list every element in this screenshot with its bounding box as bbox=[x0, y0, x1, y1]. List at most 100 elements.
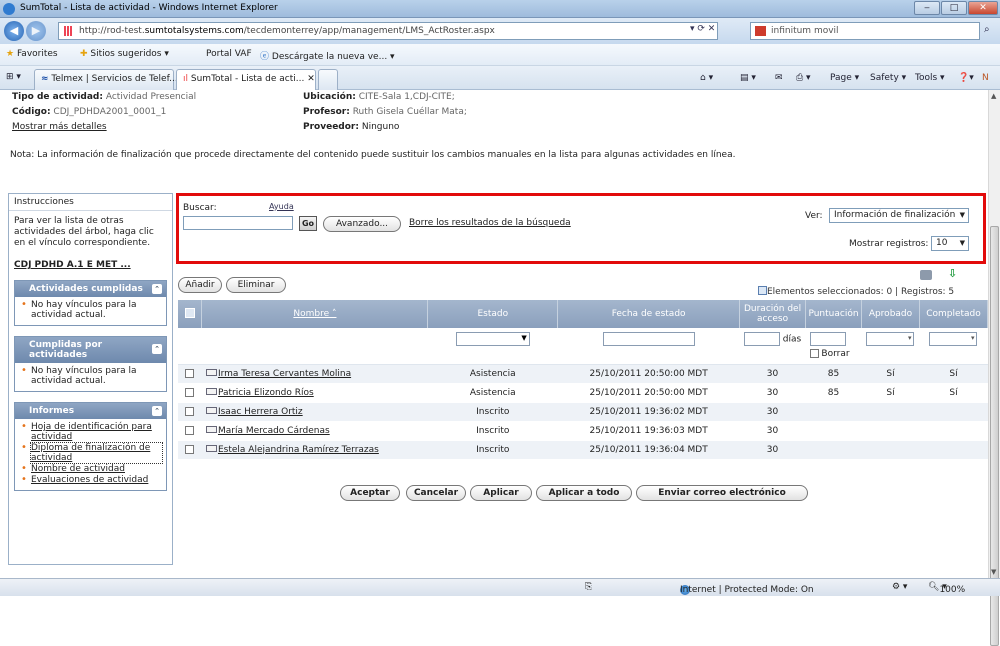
learner-name[interactable]: Irma Teresa Cervantes Molina bbox=[201, 364, 428, 384]
completed-activities-header[interactable]: Actividades cumplidas ⌃ bbox=[15, 281, 166, 297]
address-bar: ◀ ▶ http://rod-test.sumtotalsystems.com/… bbox=[0, 18, 1000, 44]
completed-cell bbox=[919, 402, 988, 422]
mail-icon[interactable]: ✉ bbox=[775, 73, 783, 83]
clear-checkbox[interactable] bbox=[809, 349, 819, 358]
print-icon[interactable]: ⎙ ▾ bbox=[796, 73, 811, 83]
suggested-sites-link[interactable]: ✚ Sitios sugeridos ▾ bbox=[80, 49, 169, 59]
tab-sumtotal[interactable]: ıl SumTotal - Lista de acti... ✕ bbox=[176, 69, 316, 90]
download-link[interactable]: ⓔ Descárgate la nueva ve... ▾ bbox=[260, 49, 395, 62]
report-link-diploma[interactable]: Diploma de finalización de actividad bbox=[21, 442, 163, 464]
scroll-up-icon[interactable]: ▲ bbox=[991, 92, 996, 100]
row-checkbox[interactable] bbox=[178, 421, 202, 441]
score-cell bbox=[805, 421, 862, 441]
home-icon[interactable]: ⌂ ▾ bbox=[700, 73, 713, 83]
send-email-button[interactable]: Enviar correo electrónico bbox=[636, 485, 808, 501]
checkbox[interactable] bbox=[185, 387, 195, 397]
report-link-evaluations[interactable]: Evaluaciones de actividad bbox=[21, 475, 162, 485]
completed-filter-select[interactable]: ▾ bbox=[929, 332, 978, 346]
favorites-button[interactable]: ★ Favorites bbox=[6, 49, 58, 59]
view-select[interactable]: Información de finalización ▼ bbox=[829, 208, 969, 223]
duration-filter-input[interactable] bbox=[743, 332, 780, 346]
apply-button[interactable]: Aplicar bbox=[470, 485, 532, 501]
row-checkbox[interactable] bbox=[178, 364, 202, 384]
cancel-button[interactable]: Cancelar bbox=[406, 485, 466, 501]
checkbox[interactable] bbox=[185, 444, 195, 454]
accept-button[interactable]: Aceptar bbox=[340, 485, 400, 501]
tab-close-icon[interactable]: ✕ bbox=[307, 74, 315, 84]
tools-menu[interactable]: Tools ▾ bbox=[915, 73, 945, 83]
add-button[interactable]: Añadir bbox=[178, 277, 222, 293]
page-menu[interactable]: Page ▾ bbox=[830, 73, 859, 83]
name-column-header[interactable]: Nombre ˄ bbox=[201, 300, 429, 328]
minimize-button[interactable]: ‒ bbox=[914, 1, 940, 15]
checkbox[interactable] bbox=[185, 425, 195, 435]
search-input[interactable] bbox=[183, 216, 293, 230]
apply-all-button[interactable]: Aplicar a todo bbox=[536, 485, 632, 501]
checkbox[interactable] bbox=[185, 406, 195, 416]
back-button[interactable]: ◀ bbox=[4, 21, 24, 41]
report-link-activity-name[interactable]: Nombre de actividad bbox=[21, 464, 162, 474]
show-records-select[interactable]: 10 ▼ bbox=[931, 236, 969, 251]
advanced-button[interactable]: Avanzado... bbox=[323, 216, 401, 232]
tab-telmex[interactable]: ≈ Telmex | Servicios de Telef... bbox=[34, 69, 178, 90]
new-tab-button[interactable] bbox=[318, 69, 338, 90]
envelope-icon[interactable] bbox=[205, 425, 217, 433]
maximize-button[interactable]: □ bbox=[941, 1, 967, 15]
clear-results-link[interactable]: Borre los resultados de la búsqueda bbox=[409, 218, 571, 228]
learner-name[interactable]: Isaac Herrera Ortiz bbox=[201, 402, 428, 422]
checkbox[interactable] bbox=[185, 368, 195, 378]
envelope-icon[interactable] bbox=[205, 387, 217, 395]
status-filter-select[interactable]: ▼ bbox=[455, 332, 530, 346]
learner-name[interactable]: Patricia Elizondo Ríos bbox=[201, 383, 428, 403]
export-icon[interactable]: ⇩ bbox=[948, 268, 960, 280]
row-checkbox[interactable] bbox=[178, 402, 202, 422]
learner-name-link[interactable]: Patricia Elizondo Ríos bbox=[218, 388, 314, 398]
zoom-level[interactable]: 🔍︎ 100% ▾ bbox=[928, 582, 965, 595]
learner-name-link[interactable]: Irma Teresa Cervantes Molina bbox=[218, 369, 351, 379]
search-icon[interactable]: ⌕ bbox=[984, 24, 990, 35]
portal-vaf-link[interactable]: Portal VAF bbox=[206, 49, 252, 59]
envelope-icon[interactable] bbox=[205, 444, 217, 452]
score-filter-input[interactable] bbox=[809, 332, 846, 346]
delete-button[interactable]: Eliminar bbox=[226, 277, 286, 293]
select-all-checkbox[interactable] bbox=[178, 300, 203, 328]
envelope-icon[interactable] bbox=[205, 406, 217, 414]
tree-link[interactable]: CDJ PDHD A.1 E MET ... bbox=[9, 260, 172, 270]
url-field[interactable]: http://rod-test.sumtotalsystems.com/tecd… bbox=[58, 22, 718, 40]
report-link-id-sheet[interactable]: Hoja de identificación para actividad bbox=[21, 422, 162, 442]
help-link[interactable]: Ayuda bbox=[269, 202, 294, 211]
print-icon[interactable] bbox=[920, 270, 932, 280]
refresh-stop-icons[interactable]: ▾ ⟳ ✕ bbox=[690, 24, 715, 34]
row-checkbox[interactable] bbox=[178, 383, 202, 403]
scroll-down-icon[interactable]: ▼ bbox=[991, 568, 996, 576]
learner-name-link[interactable]: Estela Alejandrina Ramírez Terrazas bbox=[218, 445, 379, 455]
settings-icon[interactable]: ⚙ ▾ bbox=[892, 582, 907, 592]
learner-name-link[interactable]: María Mercado Cárdenas bbox=[218, 426, 330, 436]
collapse-icon[interactable]: ⌃ bbox=[152, 344, 162, 354]
completed-by-header[interactable]: Cumplidas por actividades ⌃ bbox=[15, 337, 166, 363]
vertical-scrollbar[interactable]: ▲ ▼ bbox=[988, 90, 1000, 646]
row-checkbox[interactable] bbox=[178, 440, 202, 460]
reports-header[interactable]: Informes ⌃ bbox=[15, 403, 166, 419]
date-filter-input[interactable] bbox=[602, 332, 695, 346]
close-button[interactable]: ✕ bbox=[968, 1, 998, 15]
chevron-down-icon: ▾ bbox=[907, 334, 912, 342]
learner-name[interactable]: María Mercado Cárdenas bbox=[201, 421, 428, 441]
help-icon[interactable]: ❓▾ bbox=[958, 73, 974, 83]
feeds-icon[interactable]: ▤ ▾ bbox=[740, 73, 756, 83]
collapse-icon[interactable]: ⌃ bbox=[152, 284, 162, 294]
safety-menu[interactable]: Safety ▾ bbox=[870, 73, 906, 83]
approved-filter-select[interactable]: ▾ bbox=[866, 332, 915, 346]
go-button[interactable]: Go bbox=[299, 216, 317, 231]
learner-name[interactable]: Estela Alejandrina Ramírez Terrazas bbox=[201, 440, 428, 460]
clear-filter[interactable]: Borrar bbox=[809, 349, 850, 359]
forward-button[interactable]: ▶ bbox=[26, 21, 46, 41]
collapse-icon[interactable]: ⌃ bbox=[152, 406, 162, 416]
more-details-link[interactable]: Mostrar más detalles bbox=[12, 122, 107, 132]
quick-tabs-icon[interactable]: ⊞ ▾ bbox=[6, 72, 21, 82]
envelope-icon[interactable] bbox=[205, 368, 217, 376]
search-box[interactable]: infinitum movil bbox=[750, 22, 980, 40]
telmex-icon: ≈ bbox=[41, 74, 49, 84]
onenote-icon[interactable]: N bbox=[982, 73, 989, 83]
learner-name-link[interactable]: Isaac Herrera Ortiz bbox=[218, 407, 303, 417]
